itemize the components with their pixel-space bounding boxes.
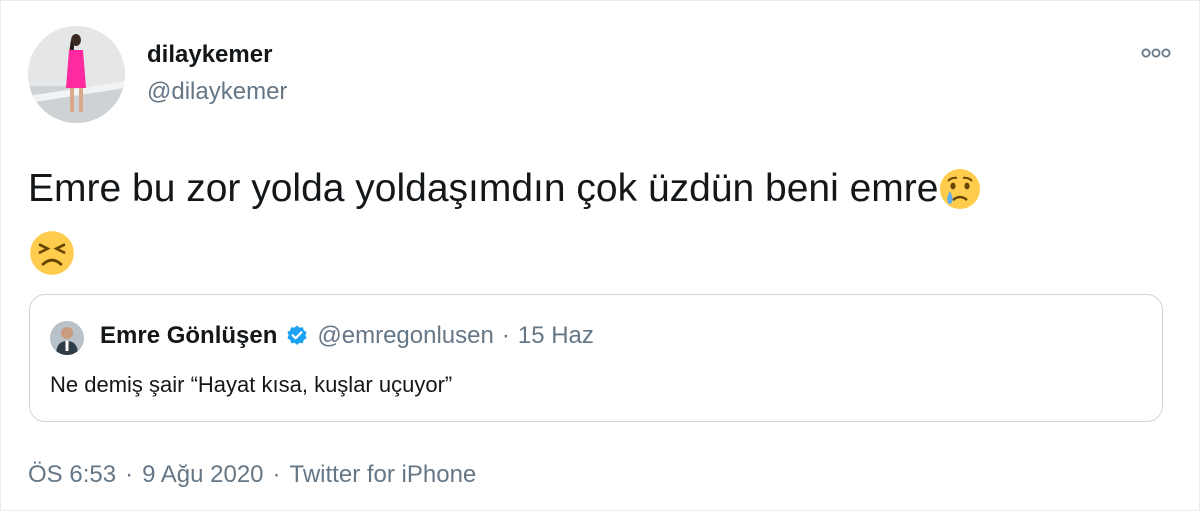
quoted-avatar-image [50, 321, 84, 355]
persevering-face-emoji [28, 229, 76, 293]
tweet-text: Emre bu zor yolda yoldaşımdın çok üzdün … [28, 161, 1168, 293]
avatar-image [28, 26, 125, 123]
quoted-date[interactable]: 15 Haz [518, 322, 594, 350]
tweet-card: dilaykemer @dilaykemer Emre bu zor yolda… [0, 0, 1200, 511]
quoted-header: Emre Gönlüşen @emregonlusen · 15 Haz [100, 322, 594, 350]
meta-separator: · [125, 461, 134, 488]
tweet-time[interactable]: ÖS 6:53 [28, 461, 116, 489]
more-options-icon[interactable] [1135, 41, 1177, 65]
author-display-name[interactable]: dilaykemer [147, 41, 272, 69]
meta-separator: · [272, 461, 281, 488]
quoted-avatar[interactable] [50, 321, 84, 355]
crying-face-emoji [938, 167, 982, 227]
quoted-text: Ne demiş şair “Hayat kısa, kuşlar uçuyor… [50, 372, 453, 397]
quoted-tweet[interactable]: Emre Gönlüşen @emregonlusen · 15 Haz Ne … [29, 294, 1163, 422]
quoted-separator: · [501, 322, 510, 349]
tweet-meta: ÖS 6:53 · 9 Ağu 2020 · Twitter for iPhon… [28, 461, 476, 489]
tweet-body: Emre bu zor yolda yoldaşımdın çok üzdün … [28, 167, 939, 210]
tweet-source[interactable]: Twitter for iPhone [290, 461, 477, 489]
author-handle[interactable]: @dilaykemer [147, 78, 287, 106]
verified-badge-icon [285, 324, 309, 348]
tweet-date[interactable]: 9 Ağu 2020 [142, 461, 263, 489]
quoted-author-name[interactable]: Emre Gönlüşen [100, 322, 277, 350]
quoted-author-handle[interactable]: @emregonlusen [317, 322, 493, 350]
avatar[interactable] [28, 26, 125, 123]
